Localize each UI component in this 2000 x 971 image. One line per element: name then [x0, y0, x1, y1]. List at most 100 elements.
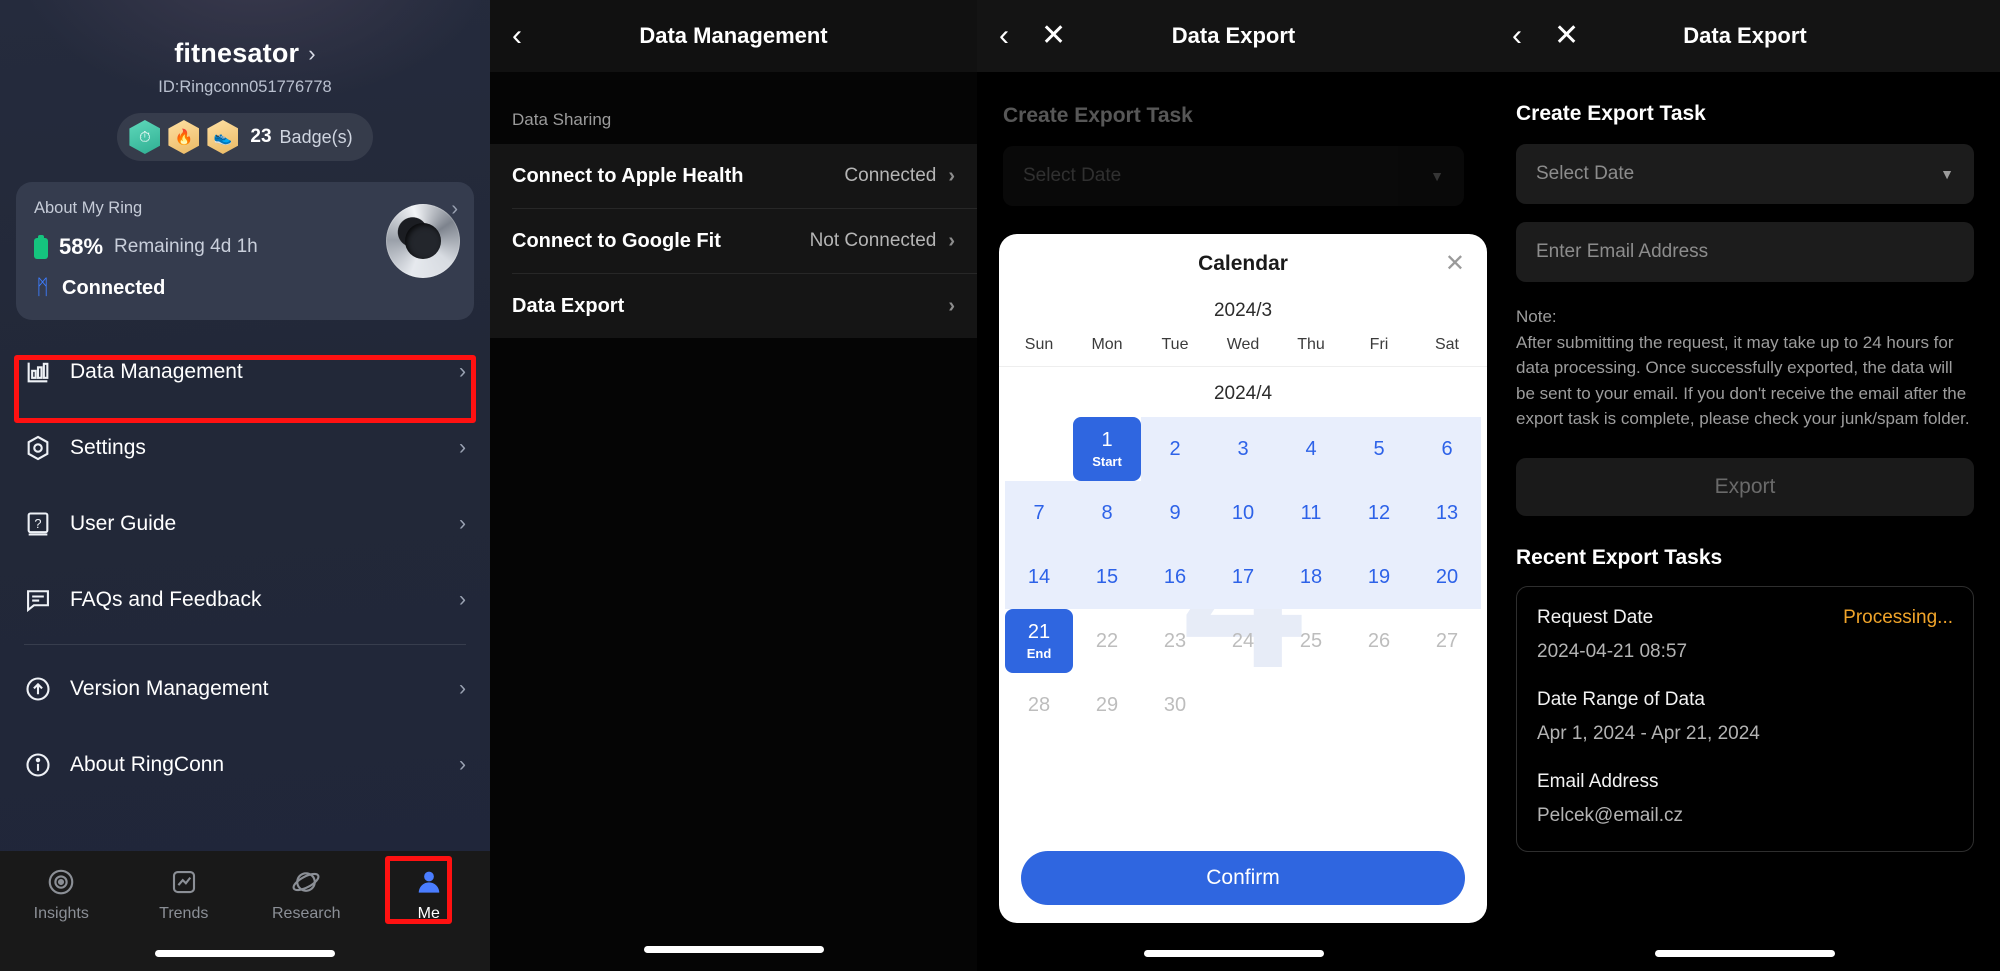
- calendar-day-cell[interactable]: 12: [1345, 481, 1413, 545]
- sidebar-item-about-ringconn[interactable]: About RingConn ›: [24, 727, 466, 803]
- select-date-field[interactable]: Select Date ▼: [1516, 144, 1974, 204]
- calendar-day-cell[interactable]: 28: [1005, 673, 1073, 737]
- calendar-blank-cell: [1005, 417, 1073, 481]
- home-indicator: [643, 946, 824, 953]
- list-item-label: Data Export: [512, 294, 625, 317]
- calendar-current-month-label: 2024/4: [1213, 383, 1273, 404]
- calendar-day-cell[interactable]: 7: [1005, 481, 1073, 545]
- tab-me[interactable]: Me: [368, 867, 491, 923]
- calendar-day-cell[interactable]: 2: [1141, 417, 1209, 481]
- export-task-card[interactable]: Request Date Processing... 2024-04-21 08…: [1516, 585, 1974, 852]
- calendar-day-number: 4: [1305, 437, 1317, 460]
- calendar-day-number: 21: [1027, 621, 1051, 643]
- calendar-day-cell[interactable]: 20: [1413, 545, 1481, 609]
- sidebar-item-label: About RingConn: [70, 753, 225, 776]
- calendar-day-cell[interactable]: 27: [1413, 609, 1481, 673]
- badge-clock-icon: ⏱: [129, 120, 161, 154]
- calendar-day-cell[interactable]: 13: [1413, 481, 1481, 545]
- calendar-day-cell[interactable]: 11: [1277, 481, 1345, 545]
- list-item-value: Not Connected: [809, 230, 937, 251]
- about-my-ring-card[interactable]: About My Ring › 58% Remaining 4d 1h ᛗ Co…: [16, 182, 474, 320]
- data-export-detail-screen: ‹ ✕ Data Export Create Export Task Selec…: [1490, 0, 2000, 971]
- export-button[interactable]: Export: [1516, 457, 1974, 516]
- calendar-day-cell[interactable]: 30: [1141, 673, 1209, 737]
- tab-research[interactable]: Research: [245, 867, 368, 923]
- tab-trends[interactable]: Trends: [123, 867, 246, 923]
- calendar-day-cell[interactable]: 14: [1005, 545, 1073, 609]
- tab-label: Insights: [33, 905, 89, 922]
- chevron-right-icon: ›: [459, 753, 466, 776]
- calendar-day-number: 11: [1300, 501, 1322, 524]
- calendar-day-number: 7: [1033, 501, 1045, 524]
- sidebar-item-faqs-and-feedback[interactable]: FAQs and Feedback ›: [24, 562, 466, 638]
- close-icon[interactable]: ✕: [1445, 252, 1465, 276]
- calendar-day-cell[interactable]: 26: [1345, 609, 1413, 673]
- calendar-day-cell[interactable]: 29: [1073, 673, 1141, 737]
- calendar-day-cell[interactable]: 6: [1413, 417, 1481, 481]
- select-date-field[interactable]: Select Date ▼: [1003, 146, 1464, 206]
- calendar-day-number: 3: [1237, 437, 1249, 460]
- calendar-day-cell[interactable]: 21 End: [1005, 609, 1073, 673]
- calendar-day-number: 2: [1169, 437, 1181, 460]
- bluetooth-icon: ᛗ: [36, 276, 49, 299]
- calendar-day-cell[interactable]: 23: [1141, 609, 1209, 673]
- calendar-day-cell[interactable]: 4: [1277, 417, 1345, 481]
- calendar-day-cell[interactable]: 22: [1073, 609, 1141, 673]
- calendar-day-number: 16: [1163, 565, 1187, 588]
- profile-screen: fitnesator › ID:Ringconn051776778 ⏱ 🔥 👟 …: [0, 0, 490, 971]
- calendar-body: 2024/4 4 1Start2345678910111213141516171…: [999, 367, 1487, 837]
- tab-insights[interactable]: Insights: [0, 867, 123, 923]
- calendar-day-cell[interactable]: 1 Start: [1073, 417, 1141, 481]
- connection-status: Connected: [62, 276, 166, 299]
- calendar-day-cell[interactable]: 25: [1277, 609, 1345, 673]
- note-heading: Note:: [1516, 307, 1557, 326]
- badge-shoe-icon: 👟: [207, 120, 239, 154]
- calendar-day-cell[interactable]: 16: [1141, 545, 1209, 609]
- calendar-day-marker: End: [1026, 646, 1052, 661]
- status-badge: Processing...: [1843, 606, 1953, 628]
- calendar-weekday-row: Sun Mon Tue Wed Thu Fri Sat: [999, 336, 1487, 367]
- calendar-day-number: 15: [1095, 565, 1119, 588]
- calendar-day-cell[interactable]: 19: [1345, 545, 1413, 609]
- sidebar-item-version-management[interactable]: Version Management ›: [24, 651, 466, 727]
- sidebar-item-settings[interactable]: Settings ›: [24, 410, 466, 486]
- email-field[interactable]: Enter Email Address: [1516, 222, 1974, 282]
- about-my-ring-title: About My Ring: [34, 199, 143, 217]
- list-item-apple-health[interactable]: Connect to Apple Health Connected ›: [490, 144, 977, 208]
- chevron-right-icon: ›: [459, 588, 466, 611]
- chevron-right-icon: ›: [948, 294, 955, 317]
- badges-pill[interactable]: ⏱ 🔥 👟 23 Badge(s): [117, 113, 373, 161]
- profile-name-row[interactable]: fitnesator ›: [174, 38, 316, 69]
- calendar-day-number: 24: [1231, 629, 1255, 652]
- calendar-day-cell[interactable]: 24: [1209, 609, 1277, 673]
- calendar-header: Calendar ✕: [999, 234, 1487, 294]
- home-indicator: [1655, 950, 1835, 957]
- calendar-day-cell[interactable]: 9: [1141, 481, 1209, 545]
- sidebar-item-label: User Guide: [70, 512, 177, 535]
- sidebar-item-user-guide[interactable]: ? User Guide ›: [24, 486, 466, 562]
- calendar-day-cell[interactable]: 17: [1209, 545, 1277, 609]
- sidebar-item-data-management[interactable]: Data Management ›: [24, 334, 466, 410]
- email-address-label: Email Address: [1537, 770, 1659, 792]
- calendar-day-cell[interactable]: 10: [1209, 481, 1277, 545]
- arrow-up-circle-icon: [26, 677, 50, 701]
- chevron-right-icon: ›: [459, 360, 466, 383]
- screenshot-root: fitnesator › ID:Ringconn051776778 ⏱ 🔥 👟 …: [0, 0, 2000, 971]
- calendar-day-number: 8: [1101, 501, 1113, 524]
- calendar-day-cell[interactable]: 15: [1073, 545, 1141, 609]
- list-item-data-export[interactable]: Data Export ›: [490, 274, 977, 338]
- list-item-google-fit[interactable]: Connect to Google Fit Not Connected ›: [490, 209, 977, 273]
- calendar-day-number: 6: [1441, 437, 1453, 460]
- calendar-day-number: 27: [1435, 629, 1459, 652]
- calendar-day-number: 10: [1231, 501, 1255, 524]
- calendar-day-cell[interactable]: 3: [1209, 417, 1277, 481]
- calendar-day-number: 13: [1435, 501, 1459, 524]
- export-form: Create Export Task Select Date ▼ Enter E…: [1490, 102, 2000, 852]
- calendar-day-cell[interactable]: 5: [1345, 417, 1413, 481]
- confirm-button[interactable]: Confirm: [1021, 851, 1465, 905]
- calendar-day-cell[interactable]: 18: [1277, 545, 1345, 609]
- profile-header: fitnesator › ID:Ringconn051776778 ⏱ 🔥 👟 …: [0, 0, 490, 161]
- calendar-day-cell[interactable]: 8: [1073, 481, 1141, 545]
- person-icon: [418, 871, 439, 893]
- email-placeholder: Enter Email Address: [1536, 241, 1709, 262]
